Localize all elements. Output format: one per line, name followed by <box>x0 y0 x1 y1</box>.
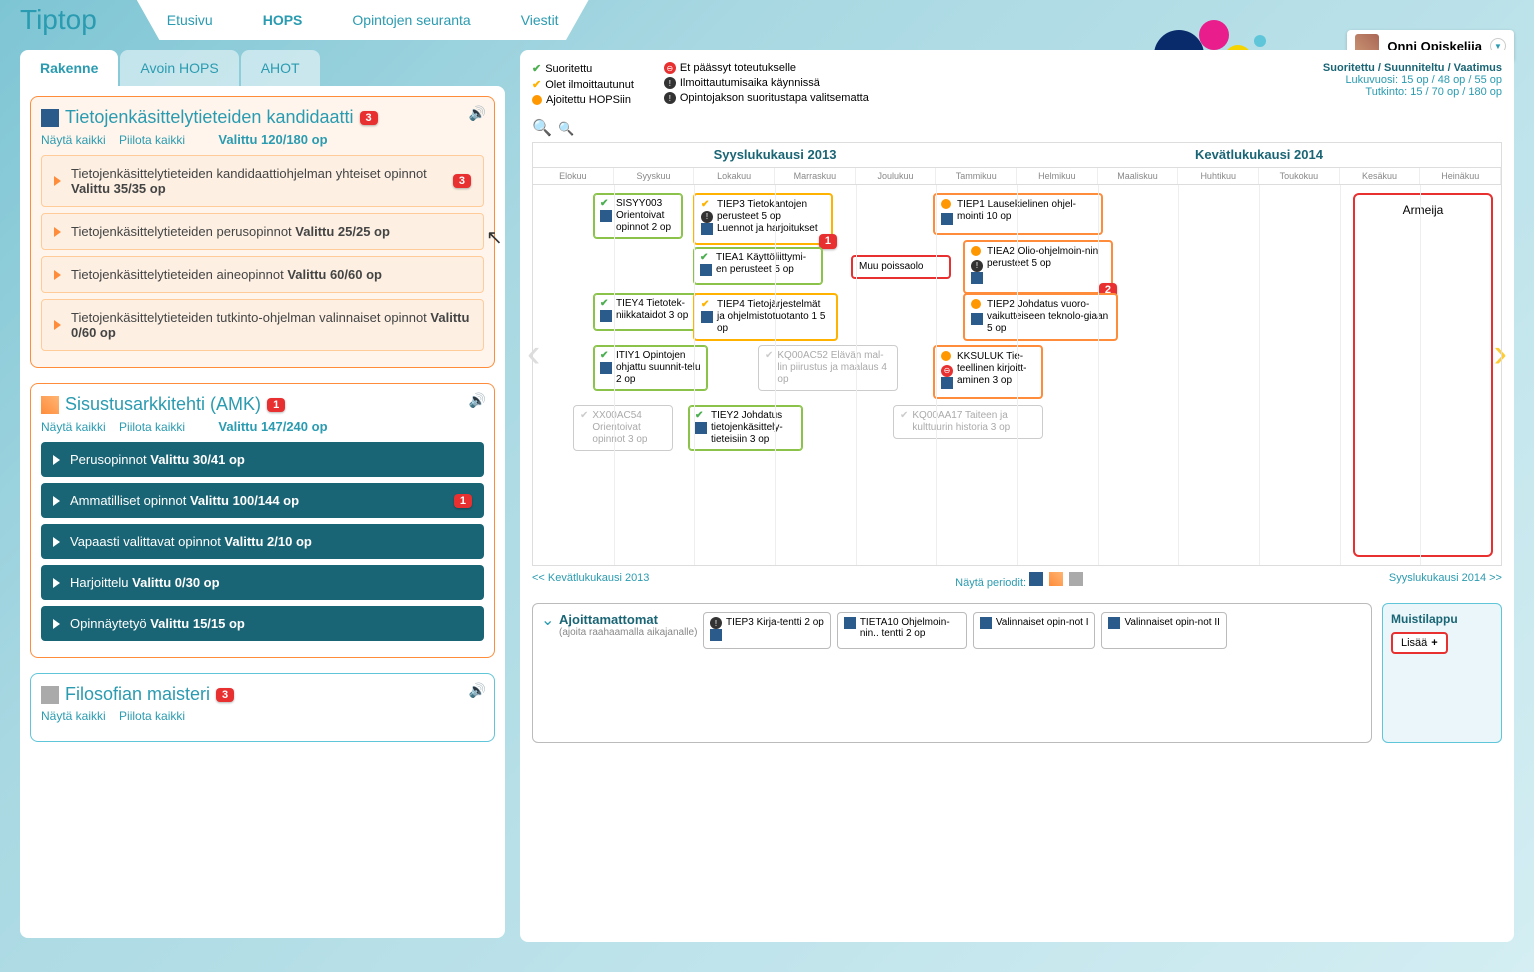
expand-icon <box>54 270 61 280</box>
section-basic-studies[interactable]: Tietojenkäsittelytieteiden perusopinnot … <box>41 213 484 250</box>
period-amk-icon[interactable] <box>1049 572 1063 586</box>
section-thesis[interactable]: Opinnäytetyö Valittu 15/15 op <box>41 606 484 641</box>
badge-count: 3 <box>216 688 234 702</box>
degree-title: Tietojenkäsittelytieteiden kandidaatti <box>65 107 354 128</box>
nav-hops[interactable]: HOPS <box>263 12 303 28</box>
section-internship[interactable]: Harjoittelu Valittu 0/30 op <box>41 565 484 600</box>
month-header: Helmikuu <box>1017 168 1098 184</box>
course-kq00ac52[interactable]: ✔KQ00AC52 Elävän mal-lin piirustus ja ma… <box>758 345 898 391</box>
timeline: Syyslukukausi 2013 Kevätlukukausi 2014 E… <box>532 142 1502 566</box>
unscheduled-item[interactable]: Valinnaiset opin-not II <box>1101 612 1226 649</box>
degree-title: Filosofian maisteri <box>65 684 210 705</box>
month-header: Kesäkuu <box>1340 168 1421 184</box>
expand-icon <box>54 227 61 237</box>
course-tiea1[interactable]: ✔TIEA1 Käyttöliittymi-en perusteet 5 op <box>693 247 823 285</box>
zoom-out-icon[interactable]: 🔍 <box>558 121 574 136</box>
month-header: Toukokuu <box>1259 168 1340 184</box>
expand-icon <box>54 176 61 186</box>
show-all-link[interactable]: Näytä kaikki <box>41 709 106 723</box>
section-subject-studies[interactable]: Tietojenkäsittelytieteiden aineopinnot V… <box>41 256 484 293</box>
university-icon <box>41 109 59 127</box>
unscheduled-item[interactable]: Valinnaiset opin-not I <box>973 612 1096 649</box>
section-free-elective[interactable]: Vapaasti valittavat opinnot Valittu 2/10… <box>41 524 484 559</box>
unscheduled-item[interactable]: !TIEP3 Kirja-tentti 2 op <box>703 612 831 649</box>
tab-structure[interactable]: Rakenne <box>20 50 118 86</box>
degree-philosophy-master: 🔊 Filosofian maisteri 3 Näytä kaikki Pii… <box>30 673 495 742</box>
top-nav: Etusivu HOPS Opintojen seuranta Viestit <box>137 0 589 40</box>
unscheduled-box: ⌄ Ajoittamattomat (ajoita raahaamalla ai… <box>532 603 1372 743</box>
semester-spring: Kevätlukukausi 2014 <box>1017 143 1501 167</box>
badge-count: 3 <box>453 174 471 188</box>
hide-all-link[interactable]: Piilota kaikki <box>119 420 185 434</box>
month-header: Tammikuu <box>936 168 1017 184</box>
semester-fall: Syyslukukausi 2013 <box>533 143 1017 167</box>
course-tiea2[interactable]: !TIEA2 Olio-ohjelmoin-nin perusteet 5 op… <box>963 240 1113 294</box>
period-uni-icon[interactable] <box>1029 572 1043 586</box>
month-header: Lokakuu <box>694 168 775 184</box>
nav-tracking[interactable]: Opintojen seuranta <box>352 12 470 28</box>
credit-summary: Suoritettu / Suunniteltu / Vaatimus Luku… <box>1323 62 1502 106</box>
expand-icon <box>54 320 61 330</box>
legend-method: !Opintojakson suoritustapa valitsematta <box>664 92 869 104</box>
section-professional[interactable]: Ammatilliset opinnot Valittu 100/144 op1 <box>41 483 484 518</box>
absence-army[interactable]: Armeija <box>1353 193 1493 557</box>
nav-home[interactable]: Etusivu <box>167 12 213 28</box>
selected-credits: Valittu 120/180 op <box>218 132 327 147</box>
section-common-studies[interactable]: Tietojenkäsittelytieteiden kandidaattioh… <box>41 155 484 207</box>
legend-enroll-open: !Ilmoittautumisaika käynnissä <box>664 77 869 89</box>
nav-messages[interactable]: Viestit <box>521 12 559 28</box>
badge-count: 1 <box>267 398 285 412</box>
month-header: Heinäkuu <box>1420 168 1501 184</box>
hide-all-link[interactable]: Piilota kaikki <box>119 709 185 723</box>
show-all-link[interactable]: Näytä kaikki <box>41 133 106 147</box>
unscheduled-item[interactable]: TIETA10 Ohjelmoin-nin.. tentti 2 op <box>837 612 967 649</box>
badge-count: 3 <box>360 111 378 125</box>
legend-noaccess: ⊖Et päässyt toteutukselle <box>664 62 869 74</box>
course-itiy1[interactable]: ✔ITIY1 Opintojen ohjattu suunnit-telu 2 … <box>593 345 708 391</box>
course-kksuluk[interactable]: ⊖KKSULUK Tie-teellinen kirjoitt-aminen 3… <box>933 345 1043 399</box>
degree-title: Sisustusarkkitehti (AMK) <box>65 394 261 415</box>
legend-enrolled: ✔Olet ilmoittautunut <box>532 78 634 91</box>
period-filter: Näytä periodit: <box>955 572 1083 589</box>
degree-interior-architect: 🔊 Sisustusarkkitehti (AMK) 1 Näytä kaikk… <box>30 383 495 658</box>
course-sisyy003[interactable]: ✔SISYY003 Orientoivat opinnot 2 op <box>593 193 683 239</box>
add-note-button[interactable]: Lisää+ <box>1391 632 1448 654</box>
tab-open-hops[interactable]: Avoin HOPS <box>120 50 238 86</box>
course-tiep4[interactable]: ✔TIEP4 Tietojärjestelmät ja ohjelmistotu… <box>693 293 838 341</box>
course-tiep3[interactable]: ✔!TIEP3 Tietokantojen perusteet 5 opLuen… <box>693 193 833 245</box>
month-header: Syyskuu <box>614 168 695 184</box>
prev-semester-link[interactable]: << Kevätlukukausi 2013 <box>532 572 649 589</box>
section-elective-studies[interactable]: Tietojenkäsittelytieteiden tutkinto-ohje… <box>41 299 484 351</box>
section-basic[interactable]: Perusopinnot Valittu 30/41 op <box>41 442 484 477</box>
month-header: Elokuu <box>533 168 614 184</box>
month-header: Marraskuu <box>775 168 856 184</box>
cursor-icon: ↖ <box>486 225 503 250</box>
degree-cs-bachelor: 🔊 Tietojenkäsittelytieteiden kandidaatti… <box>30 96 495 368</box>
course-kq00aa17[interactable]: ✔KQ00AA17 Taiteen ja kulttuurin historia… <box>893 405 1043 439</box>
course-tiep1[interactable]: TIEP1 Lausekielinen ohjel-mointi 10 op <box>933 193 1103 235</box>
amk-icon <box>41 396 59 414</box>
period-other-icon[interactable] <box>1069 572 1083 586</box>
app-logo: Tiptop <box>20 4 97 36</box>
month-header: Huhtikuu <box>1178 168 1259 184</box>
zoom-in-icon[interactable]: 🔍 <box>532 120 552 137</box>
month-header: Maaliskuu <box>1098 168 1179 184</box>
month-header: Joulukuu <box>856 168 937 184</box>
notes-box: Muistilappu Lisää+ <box>1382 603 1502 743</box>
collapse-icon[interactable]: ⌄ <box>541 610 554 630</box>
notes-title: Muistilappu <box>1391 612 1493 626</box>
legend-done: ✔Suoritettu <box>532 62 634 75</box>
degree-icon <box>41 686 59 704</box>
course-tiep2[interactable]: TIEP2 Johdatus vuoro-vaikutteiseen tekno… <box>963 293 1118 341</box>
legend-scheduled: Ajoitettu HOPSiin <box>532 94 634 106</box>
course-tiey4[interactable]: ✔TIEY4 Tietotek-niikkataidot 3 op <box>593 293 708 331</box>
course-tiey2[interactable]: ✔TIEY2 Johdatus tietojenkäsittely-tietei… <box>688 405 803 451</box>
show-all-link[interactable]: Näytä kaikki <box>41 420 106 434</box>
selected-credits: Valittu 147/240 op <box>218 419 327 434</box>
course-xx00ac54[interactable]: ✔XX00AC54 Orientoivat opinnot 3 op <box>573 405 673 451</box>
hide-all-link[interactable]: Piilota kaikki <box>119 133 185 147</box>
next-semester-link[interactable]: Syyslukukausi 2014 >> <box>1389 572 1502 589</box>
tab-ahot[interactable]: AHOT <box>241 50 320 86</box>
